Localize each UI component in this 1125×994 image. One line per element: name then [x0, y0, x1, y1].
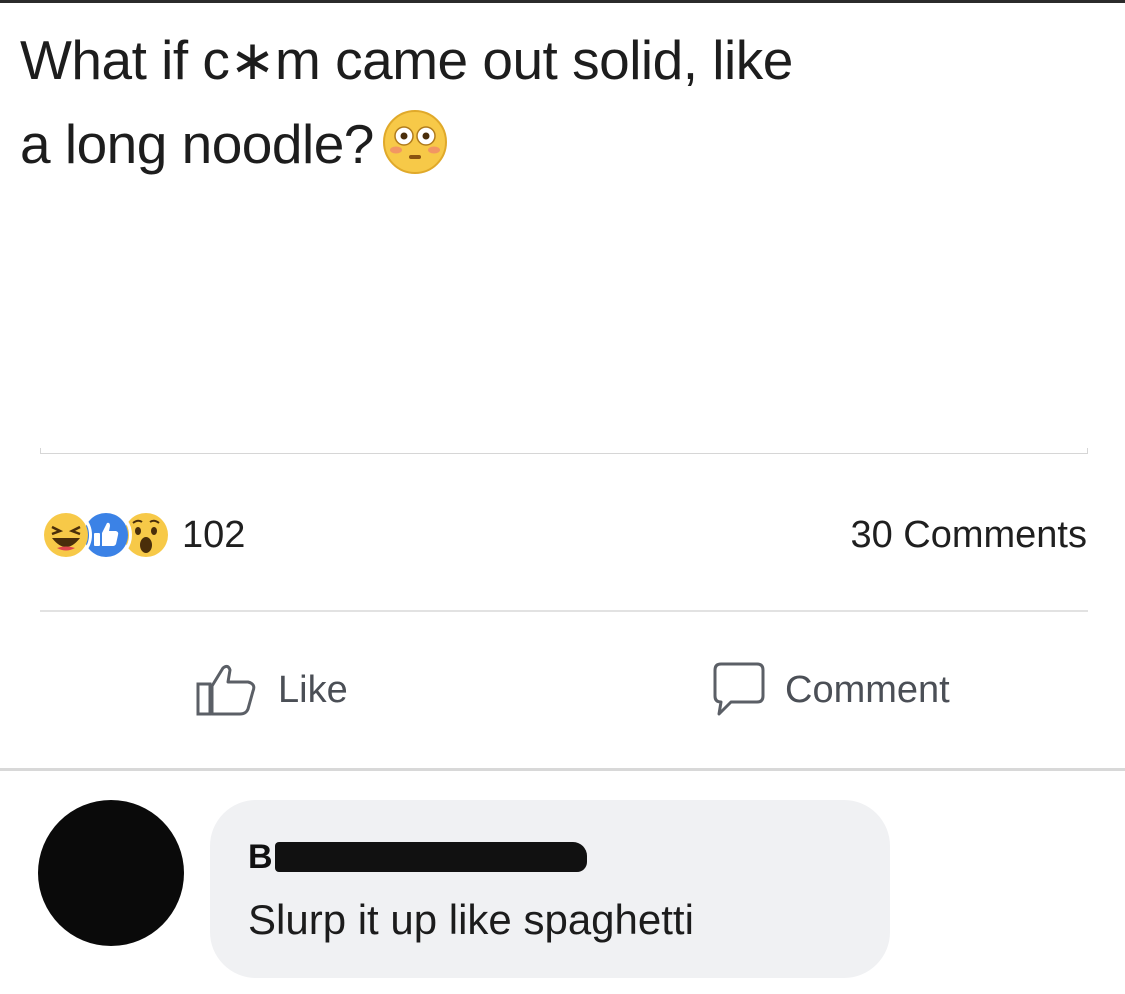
comments-divider	[0, 768, 1125, 771]
like-label: Like	[278, 668, 348, 711]
comment-author-initial: B	[248, 837, 273, 876]
flushed-face-emoji-icon	[382, 109, 448, 175]
speech-bubble-icon	[705, 658, 769, 722]
comments-count-link[interactable]: 30 Comments	[850, 510, 1087, 560]
reaction-count: 102	[182, 513, 246, 556]
commenter-avatar[interactable]	[38, 800, 184, 946]
author-name-redaction	[274, 842, 587, 872]
post-body: What if c∗m came out solid, like a long …	[20, 18, 1100, 186]
comment-button[interactable]: Comment	[705, 658, 950, 722]
like-button[interactable]: Like	[190, 658, 348, 722]
comment-bubble: B Slurp it up like spaghetti	[210, 800, 890, 978]
thumbs-up-icon	[190, 658, 262, 722]
comment-label: Comment	[785, 668, 950, 711]
reactions-summary[interactable]: 102	[40, 509, 246, 561]
comment-author[interactable]: B	[248, 836, 587, 878]
post-text-line-2: a long noodle?	[20, 113, 374, 175]
top-border	[0, 0, 1125, 3]
post-text-line-1: What if c∗m came out solid, like	[20, 29, 793, 91]
post-text-line-2-wrap: a long noodle?	[20, 102, 1100, 186]
actions-divider	[40, 610, 1088, 612]
laughing-face-icon	[40, 509, 92, 561]
post-screenshot: What if c∗m came out solid, like a long …	[0, 0, 1125, 994]
post-divider	[40, 448, 1088, 454]
comment-text: Slurp it up like spaghetti	[248, 896, 694, 943]
